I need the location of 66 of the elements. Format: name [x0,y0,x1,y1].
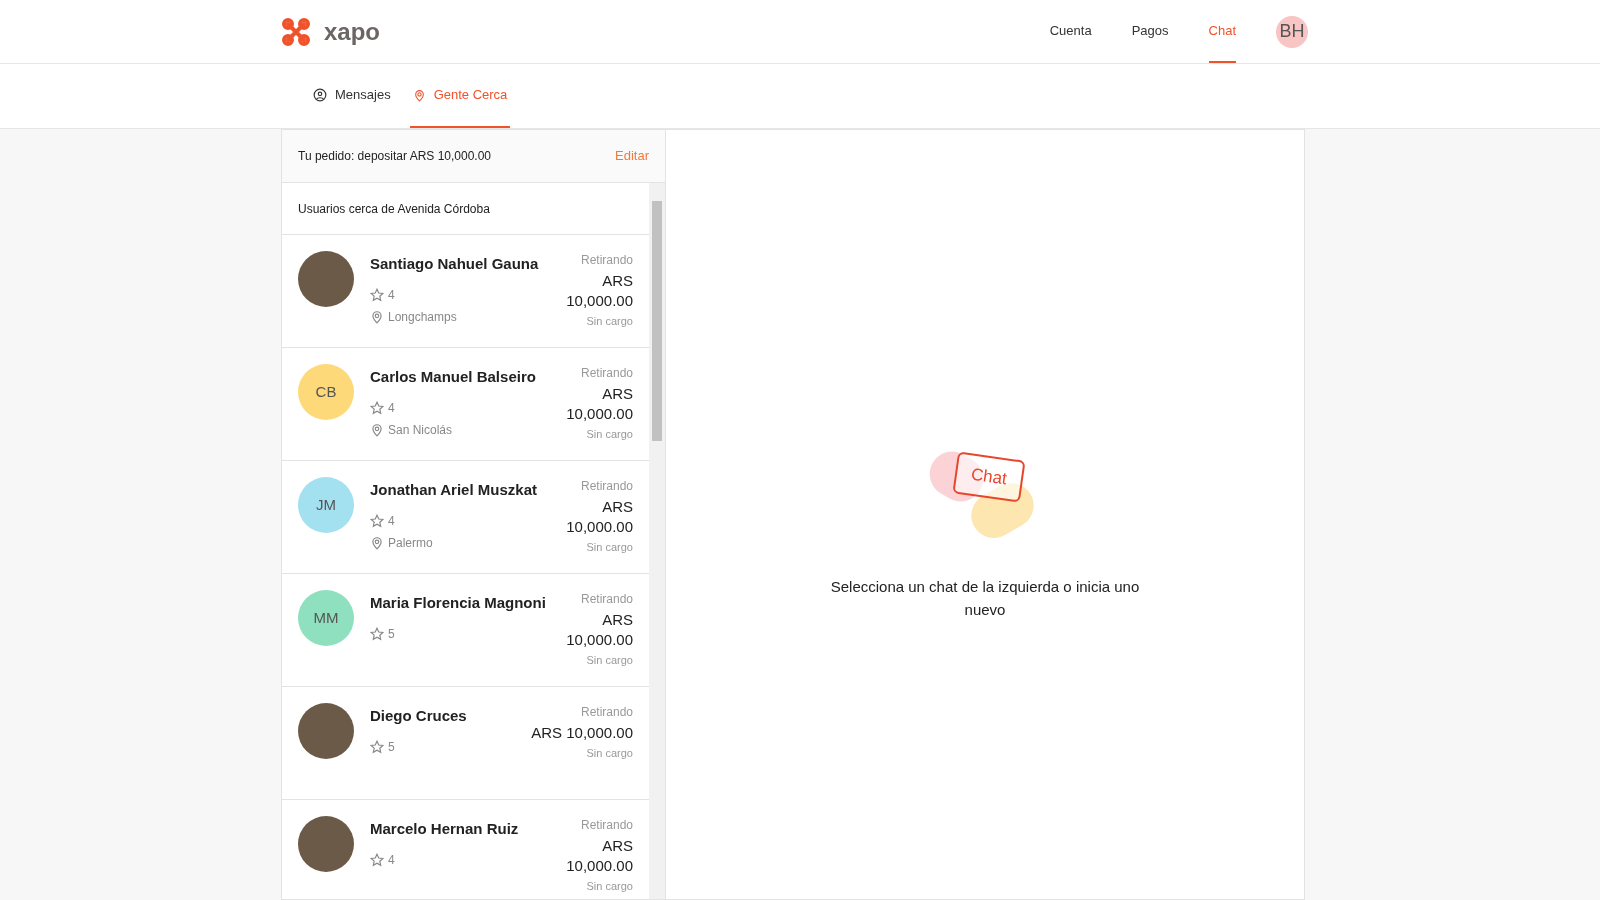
status-text: Retirando [580,817,633,834]
chat-illustration: Chat [925,448,1045,548]
rating-value: 4 [388,286,395,304]
user-row[interactable]: Marcelo Hernan Ruiz 4 Retirando ARS 10,000.00 Sin cargo [282,800,649,899]
photo-placeholder [298,703,354,759]
location-text: Palermo [388,534,433,552]
rating-value: 4 [388,512,395,530]
status-text: Retirando [580,704,633,721]
user-name: Diego Cruces [370,706,467,726]
status-text: Retirando [580,478,633,495]
user-avatar[interactable]: BH [1276,15,1308,48]
user-name: Santiago Nahuel Gauna [370,254,539,274]
nav-link[interactable]: Pagos [1131,0,1169,63]
order-summary: Tu pedido: depositar ARS 10,000.00 [298,148,492,165]
rating-value: 4 [388,399,395,417]
amount-text: ARS 10,000.00 [565,836,633,876]
star-icon [370,852,384,867]
user-row[interactable]: Santiago Nahuel Gauna 4 Longchamps Retirando ARS 10,000.00 Sin cargo [282,235,649,348]
fee-text: Sin cargo [586,879,633,894]
nav-link[interactable]: Cuenta [1049,0,1092,63]
status-text: Retirando [580,365,633,382]
user-row[interactable]: CB Carlos Manuel Balseiro 4 San Nicolás Retirando ARS 10,000.00 Sin cargo [282,348,649,461]
location-pin-icon [412,88,426,102]
fee-text: Sin cargo [586,746,633,761]
location-text: San Nicolás [388,421,453,439]
initials-avatar: CB [298,364,354,420]
user-row[interactable]: MM Maria Florencia Magnoni 5 Retirando ARS 10,000.00 Sin cargo [282,574,649,687]
initials-avatar: JM [298,477,354,533]
location-pin-icon [370,535,384,550]
rating-value: 5 [388,625,395,643]
star-icon [370,287,384,302]
star-icon [370,400,384,415]
star-icon [370,739,384,754]
fee-text: Sin cargo [586,427,633,442]
list-heading: Usuarios cerca de Avenida Córdoba [298,200,490,218]
rating-value: 4 [388,851,395,869]
logo-icon [280,15,312,48]
user-row[interactable]: JM Jonathan Ariel Muszkat 4 Palermo Retirando ARS 10,000.00 Sin cargo [282,461,649,574]
fee-text: Sin cargo [586,540,633,555]
user-circle-icon [313,88,327,102]
tab[interactable]: Mensajes [310,64,394,128]
amount-text: ARS 10,000.00 [565,610,633,650]
user-name: Carlos Manuel Balseiro [370,367,536,387]
fee-text: Sin cargo [586,653,633,668]
logo-text: xapo [324,16,380,47]
user-row[interactable]: Diego Cruces 5 Retirando ARS 10,000.00 Sin cargo [282,687,649,800]
photo-placeholder [298,251,354,307]
rating-value: 5 [388,738,395,756]
user-name: Jonathan Ariel Muszkat [370,480,537,500]
empty-message: Selecciona un chat de la izquierda o inicia uno nuevo [830,577,1140,620]
status-text: Retirando [580,252,633,269]
location-pin-icon [370,309,384,324]
status-text: Retirando [580,591,633,608]
photo-placeholder [298,816,354,872]
star-icon [370,626,384,641]
amount-text: ARS 10,000.00 [565,271,633,311]
location-text: Longchamps [388,308,457,326]
initials-avatar: MM [298,590,354,646]
user-name: Maria Florencia Magnoni [370,593,546,613]
amount-text: ARS 10,000.00 [565,384,633,424]
amount-text: ARS 10,000.00 [565,497,633,537]
fee-text: Sin cargo [586,314,633,329]
amount-text: ARS 10,000.00 [531,723,633,743]
star-icon [370,513,384,528]
location-pin-icon [370,422,384,437]
user-name: Marcelo Hernan Ruiz [370,819,519,839]
